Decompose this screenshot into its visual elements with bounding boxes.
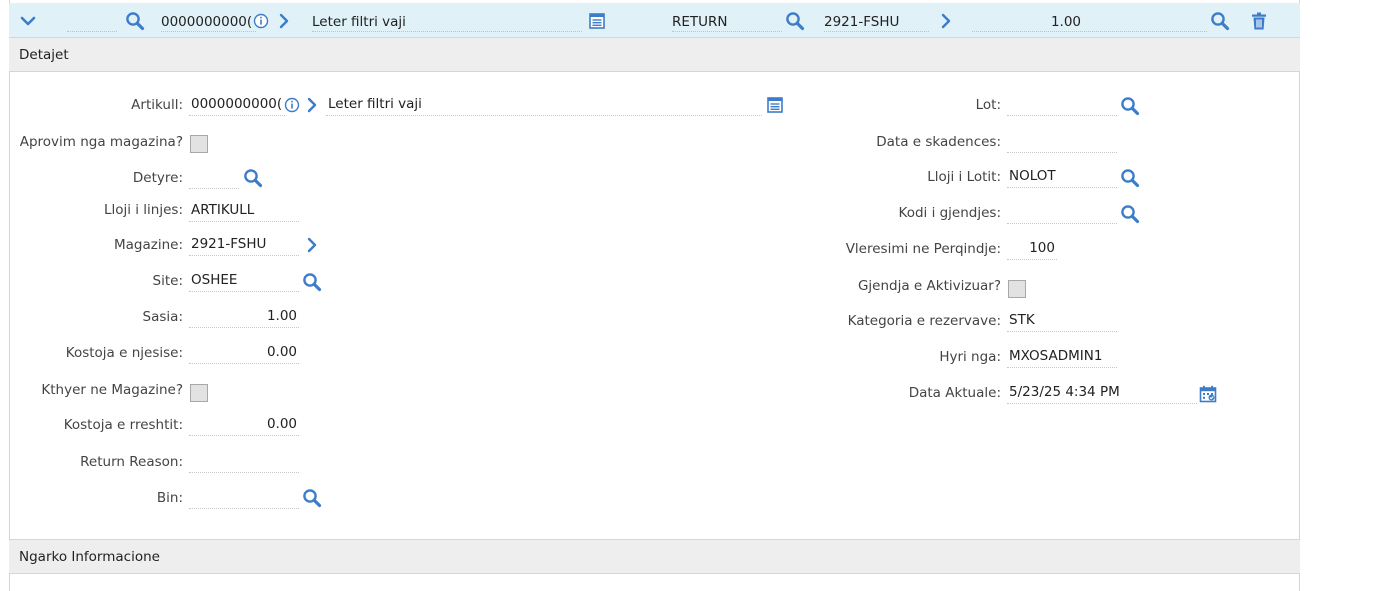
- section-title: Detajet: [19, 47, 69, 63]
- search-icon[interactable]: [1120, 96, 1140, 116]
- long-description-icon[interactable]: [765, 95, 785, 115]
- search-icon[interactable]: [1210, 11, 1230, 31]
- site-label: Site:: [152, 273, 183, 289]
- item-label: Artikull:: [131, 97, 183, 113]
- condition-code-input[interactable]: [1007, 202, 1117, 224]
- search-icon[interactable]: [1120, 204, 1140, 224]
- reserve-category-label: Kategoria e rezervave:: [847, 313, 1001, 329]
- percent-rate-input[interactable]: 100: [1007, 238, 1057, 260]
- row-description[interactable]: Leter filtri vaji: [312, 14, 582, 30]
- quantity-label: Sasia:: [142, 309, 183, 325]
- chevron-right-icon[interactable]: [302, 235, 322, 255]
- percent-rate-label: Vleresimi ne Perqindje:: [845, 241, 1001, 257]
- site-input[interactable]: OSHEE: [189, 270, 299, 292]
- entered-by-label: Hyri nga:: [939, 349, 1001, 365]
- search-icon[interactable]: [785, 11, 805, 31]
- quantity-input[interactable]: 1.00: [189, 306, 299, 328]
- row-storeroom[interactable]: 2921-FSHU: [824, 14, 899, 30]
- lot-type-input[interactable]: NOLOT: [1007, 166, 1117, 188]
- unit-cost-label: Kostoja e njesise:: [65, 345, 183, 361]
- condition-code-label: Kodi i gjendjes:: [898, 205, 1001, 221]
- condition-enabled-checkbox[interactable]: [1008, 280, 1026, 298]
- return-reason-label: Return Reason:: [80, 454, 183, 470]
- expiry-label: Data e skadences:: [876, 134, 1001, 150]
- section-title: Ngarko Informacione: [19, 549, 160, 565]
- actual-date-input[interactable]: 5/23/25 4:34 PM: [1007, 382, 1197, 404]
- long-description-icon[interactable]: [587, 11, 607, 31]
- chevron-down-icon[interactable]: [18, 11, 38, 31]
- storeroom-input[interactable]: 2921-FSHU: [189, 234, 299, 256]
- chevron-right-icon[interactable]: [936, 11, 956, 31]
- actual-date-label: Data Aktuale:: [908, 385, 1001, 401]
- reserve-category-input[interactable]: STK: [1007, 310, 1117, 332]
- entered-by-input[interactable]: MXOSADMIN1: [1007, 346, 1117, 368]
- trash-icon[interactable]: [1249, 11, 1269, 31]
- approval-checkbox[interactable]: [190, 135, 208, 153]
- return-reason-input[interactable]: [189, 451, 299, 473]
- search-icon[interactable]: [302, 272, 322, 292]
- chevron-right-icon[interactable]: [302, 95, 322, 115]
- lot-input[interactable]: [1007, 94, 1117, 116]
- item-input[interactable]: 0000000000(: [189, 94, 285, 116]
- search-icon[interactable]: [125, 11, 145, 31]
- approval-label: Aprovim nga magazina?: [19, 134, 183, 150]
- search-icon[interactable]: [243, 168, 263, 188]
- line-type-label: Lloji i linjes:: [103, 202, 183, 218]
- upload-section-header[interactable]: Ngarko Informacione: [9, 539, 1300, 574]
- row-item-number[interactable]: 0000000000(: [161, 14, 254, 30]
- line-cost-input[interactable]: 0.00: [189, 414, 299, 436]
- item-description-input[interactable]: Leter filtri vaji: [326, 94, 762, 116]
- expiry-input[interactable]: [1007, 131, 1117, 153]
- bin-label: Bin:: [156, 490, 183, 506]
- task-label: Detyre:: [132, 170, 183, 186]
- condition-enabled-label: Gjendja e Aktivizuar?: [857, 278, 1001, 294]
- returned-checkbox[interactable]: [190, 384, 208, 402]
- search-icon[interactable]: [302, 488, 322, 508]
- task-input[interactable]: [189, 167, 239, 189]
- details-section-header[interactable]: Detajet: [9, 37, 1300, 72]
- search-icon[interactable]: [1120, 168, 1140, 188]
- storeroom-label: Magazine:: [113, 237, 183, 253]
- info-icon[interactable]: [251, 11, 271, 31]
- line-cost-label: Kostoja e rreshtit:: [63, 417, 183, 433]
- calendar-icon[interactable]: [1198, 384, 1218, 404]
- line-type-input[interactable]: ARTIKULL: [189, 200, 299, 222]
- returned-label: Kthyer ne Magazine?: [41, 382, 183, 398]
- row-type: RETURN: [672, 14, 728, 30]
- unit-cost-input[interactable]: 0.00: [189, 342, 299, 364]
- bin-input[interactable]: [189, 487, 299, 509]
- row-quantity[interactable]: 1.00: [972, 14, 1081, 30]
- table-row[interactable]: 0000000000( Leter filtri vaji RETURN 292…: [9, 3, 1300, 38]
- lot-type-label: Lloji i Lotit:: [927, 169, 1001, 185]
- chevron-right-icon[interactable]: [274, 11, 294, 31]
- lot-label: Lot:: [975, 97, 1001, 113]
- info-icon[interactable]: [282, 95, 302, 115]
